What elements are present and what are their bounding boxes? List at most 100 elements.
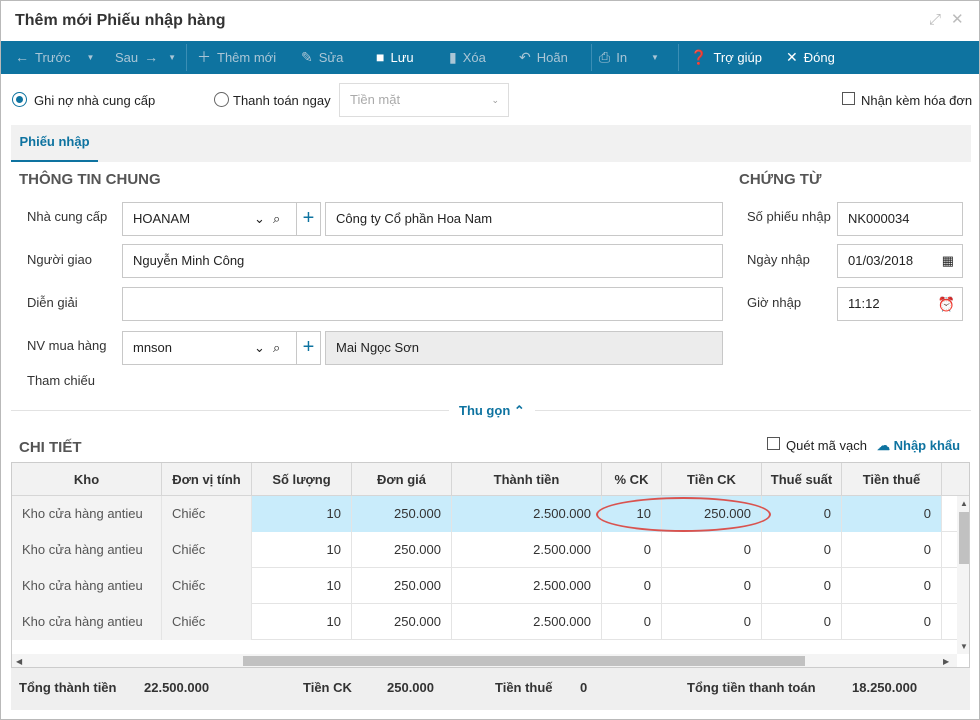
payment-method-select[interactable]: Tiền mặt ⌄ <box>339 83 509 117</box>
vertical-scroll-thumb[interactable] <box>959 512 969 564</box>
cell-amount[interactable]: 2.500.000 <box>452 604 602 640</box>
cell-tax-amount[interactable]: 0 <box>842 496 942 532</box>
chevron-down-icon[interactable]: ⌄ <box>254 203 265 235</box>
voucher-number-field[interactable]: NK000034 <box>837 202 963 236</box>
column-header[interactable]: % CK <box>602 463 662 496</box>
cell-warehouse[interactable]: Kho cửa hàng antieu <box>12 568 162 604</box>
scroll-up-icon[interactable]: ▲ <box>960 499 968 508</box>
cell-discount-percent[interactable]: 0 <box>602 604 662 640</box>
buyer-code-select[interactable]: mnson ⌄ ⌕ <box>122 331 297 365</box>
cell-discount-amount[interactable]: 0 <box>662 604 762 640</box>
search-icon[interactable]: ⌕ <box>273 203 280 235</box>
cell-discount-percent[interactable]: 0 <box>602 568 662 604</box>
cell-quantity[interactable]: 10 <box>252 604 352 640</box>
collapse-label: Thu gọn <box>459 403 511 418</box>
cell-discount-percent[interactable]: 10 <box>602 496 662 532</box>
time-field[interactable]: 11:12 ⏰ <box>837 287 963 321</box>
edit-button[interactable]: ✎ Sửa <box>301 41 343 74</box>
close-button[interactable]: ✕ Đóng <box>786 41 835 74</box>
calendar-icon[interactable]: ▦ <box>942 245 954 277</box>
cell-unit[interactable]: Chiếc <box>162 496 252 532</box>
tab-receipt[interactable]: Phiếu nhập <box>11 125 98 162</box>
cell-discount-amount[interactable]: 0 <box>662 568 762 604</box>
search-icon[interactable]: ⌕ <box>273 332 280 364</box>
chevron-down-icon[interactable]: ▼ <box>87 41 95 74</box>
add-button[interactable]: ＋ Thêm mới <box>197 41 276 74</box>
delete-button[interactable]: ▮ Xóa <box>449 41 486 74</box>
print-button[interactable]: ⎙ In ▼ <box>599 41 659 74</box>
cell-tax-rate[interactable]: 0 <box>762 532 842 568</box>
invoice-checkbox[interactable] <box>842 92 855 105</box>
cell-unit-price[interactable]: 250.000 <box>352 568 452 604</box>
cell-amount[interactable]: 2.500.000 <box>452 568 602 604</box>
date-field[interactable]: 01/03/2018 ▦ <box>837 244 963 278</box>
cell-amount[interactable]: 2.500.000 <box>452 532 602 568</box>
scan-barcode-label: Quét mã vạch <box>786 438 867 453</box>
column-header[interactable]: Thành tiền <box>452 463 602 496</box>
cell-warehouse[interactable]: Kho cửa hàng antieu <box>12 532 162 568</box>
chevron-down-icon[interactable]: ▼ <box>651 41 659 74</box>
chevron-down-icon[interactable]: ▼ <box>168 41 176 74</box>
supplier-code-select[interactable]: HOANAM ⌄ ⌕ <box>122 202 297 236</box>
column-header[interactable]: Thuế suất <box>762 463 842 496</box>
column-header[interactable]: Tiền thuế <box>842 463 942 496</box>
next-button[interactable]: Sau → ▼ <box>115 41 176 74</box>
cell-discount-amount[interactable]: 250.000 <box>662 496 762 532</box>
column-header[interactable]: Đơn giá <box>352 463 452 496</box>
table-row[interactable]: Kho cửa hàng antieu Chiếc 10 250.000 2.5… <box>12 496 957 532</box>
pay-now-radio[interactable] <box>214 92 229 107</box>
table-row[interactable]: Kho cửa hàng antieu Chiếc 10 250.000 2.5… <box>12 532 957 568</box>
scroll-left-icon[interactable]: ◀ <box>16 657 22 666</box>
column-header[interactable]: Đơn vị tính <box>162 463 252 496</box>
prev-button[interactable]: ← Trước ▼ <box>15 41 94 74</box>
close-window-icon[interactable]: ✕ <box>951 11 964 29</box>
cell-amount[interactable]: 2.500.000 <box>452 496 602 532</box>
reference-label[interactable]: Tham chiếu <box>27 373 95 388</box>
import-button[interactable]: ☁ Nhập khẩu <box>877 438 960 454</box>
cell-warehouse[interactable]: Kho cửa hàng antieu <box>12 496 162 532</box>
scroll-right-icon[interactable]: ▶ <box>943 657 949 666</box>
add-buyer-button[interactable]: + <box>296 331 321 365</box>
cell-discount-amount[interactable]: 0 <box>662 532 762 568</box>
column-header[interactable]: Tiền CK <box>662 463 762 496</box>
cell-unit[interactable]: Chiếc <box>162 568 252 604</box>
help-icon: ❓ <box>690 49 708 65</box>
debt-radio[interactable] <box>12 92 27 107</box>
collapse-button[interactable]: Thu gọn ⌃ <box>449 403 535 419</box>
cell-tax-amount[interactable]: 0 <box>842 568 942 604</box>
horizontal-scroll-thumb[interactable] <box>243 656 805 666</box>
cell-warehouse[interactable]: Kho cửa hàng antieu <box>12 604 162 640</box>
cell-unit-price[interactable]: 250.000 <box>352 604 452 640</box>
scroll-down-icon[interactable]: ▼ <box>960 642 968 651</box>
clock-icon[interactable]: ⏰ <box>938 288 955 320</box>
cell-quantity[interactable]: 10 <box>252 568 352 604</box>
scan-barcode-checkbox[interactable] <box>767 437 780 450</box>
add-supplier-button[interactable]: + <box>296 202 321 236</box>
cell-quantity[interactable]: 10 <box>252 532 352 568</box>
column-header[interactable]: Số lượng <box>252 463 352 496</box>
undo-button[interactable]: ↶ Hoãn <box>519 41 568 74</box>
cell-unit-price[interactable]: 250.000 <box>352 496 452 532</box>
cell-tax-rate[interactable]: 0 <box>762 568 842 604</box>
supplier-name-field[interactable]: Công ty Cổ phần Hoa Nam <box>325 202 723 236</box>
cell-quantity[interactable]: 10 <box>252 496 352 532</box>
horizontal-scrollbar[interactable]: ◀ ▶ <box>12 654 957 667</box>
cell-discount-percent[interactable]: 0 <box>602 532 662 568</box>
vertical-scrollbar[interactable]: ▲ ▼ <box>957 496 969 654</box>
help-button[interactable]: ❓ Trợ giúp <box>690 41 762 74</box>
table-row[interactable]: Kho cửa hàng antieu Chiếc 10 250.000 2.5… <box>12 568 957 604</box>
save-button[interactable]: ■ Lưu <box>376 41 414 74</box>
table-row[interactable]: Kho cửa hàng antieu Chiếc 10 250.000 2.5… <box>12 604 957 640</box>
cell-unit-price[interactable]: 250.000 <box>352 532 452 568</box>
cell-tax-rate[interactable]: 0 <box>762 604 842 640</box>
deliverer-field[interactable]: Nguyễn Minh Công <box>122 244 723 278</box>
cell-tax-amount[interactable]: 0 <box>842 604 942 640</box>
cell-tax-amount[interactable]: 0 <box>842 532 942 568</box>
cell-tax-rate[interactable]: 0 <box>762 496 842 532</box>
maximize-icon[interactable]: ⤢ <box>929 11 941 29</box>
chevron-down-icon[interactable]: ⌄ <box>254 332 265 364</box>
column-header[interactable]: Kho <box>12 463 162 496</box>
cell-unit[interactable]: Chiếc <box>162 532 252 568</box>
description-field[interactable] <box>122 287 723 321</box>
cell-unit[interactable]: Chiếc <box>162 604 252 640</box>
